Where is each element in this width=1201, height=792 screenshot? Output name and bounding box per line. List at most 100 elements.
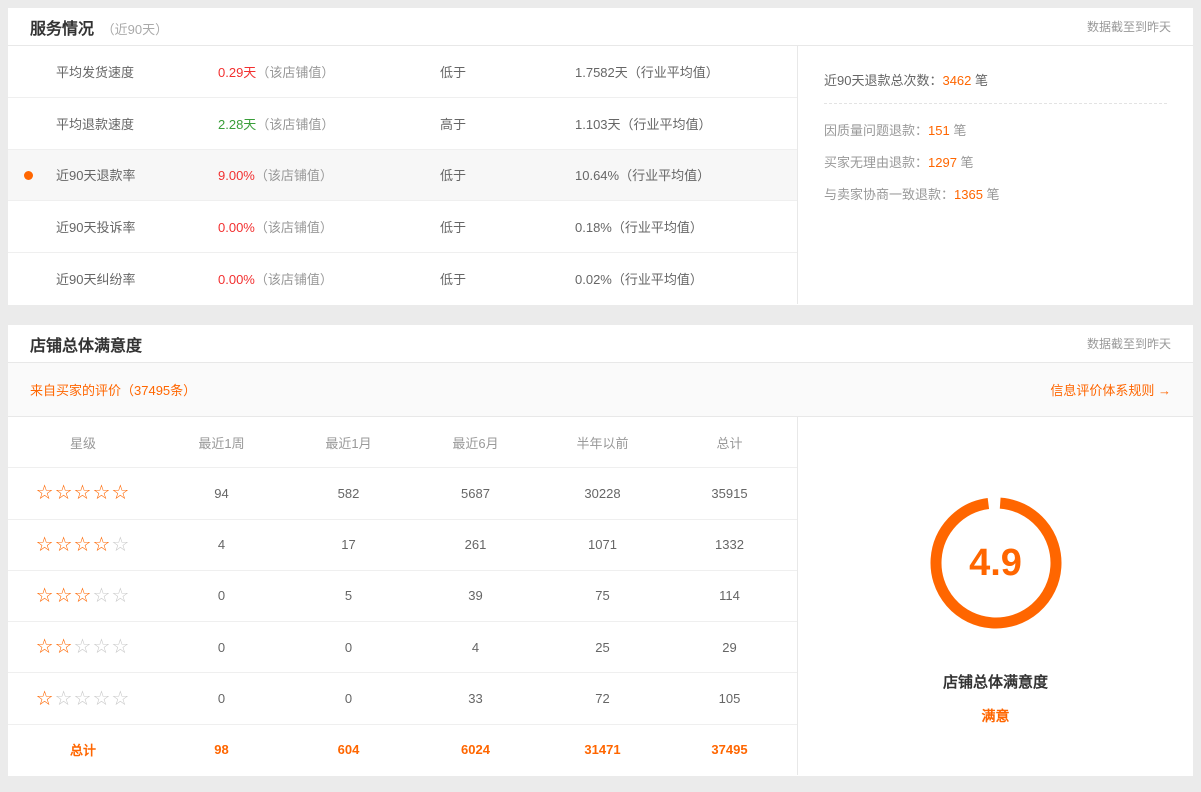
total-value: 98	[158, 742, 285, 757]
satisfaction-title: 店铺总体满意度	[30, 332, 142, 356]
score-caption: 店铺总体满意度	[798, 671, 1193, 692]
cell-value: 0	[158, 691, 285, 706]
metric-label: 近90天投诉率	[8, 217, 218, 236]
industry-value: 10.64%（行业平均值）	[575, 165, 797, 184]
service-title: 服务情况	[30, 21, 94, 38]
rating-distribution-table: 星级 最近1周 最近1月 最近6月 半年以前 总计 ☆☆☆☆☆ 94 582 5…	[8, 417, 797, 775]
refund-item-label: 因质量问题退款：	[824, 123, 928, 138]
cell-value: 0	[285, 640, 412, 655]
rating-rules-link[interactable]: 信息评价体系规则 →	[1050, 380, 1171, 399]
refund-item-no-reason: 买家无理由退款：1297 笔	[824, 152, 1167, 171]
cell-value: 0	[285, 691, 412, 706]
star-rating-icons: ☆☆☆☆☆	[8, 586, 158, 606]
cell-value: 5687	[412, 486, 539, 501]
rating-row-4-star: ☆☆☆☆☆ 4 17 261 1071 1332	[8, 520, 797, 571]
column-header-last-6-months: 最近6月	[412, 433, 539, 452]
cell-value: 114	[666, 588, 793, 603]
cell-value: 17	[285, 537, 412, 552]
refund-item-value: 151	[928, 123, 950, 138]
cell-value: 30228	[539, 486, 666, 501]
shop-value-suffix: （该店铺值）	[255, 272, 333, 287]
refund-item-negotiated: 与卖家协商一致退款：1365 笔	[824, 184, 1167, 203]
refund-item-unit: 笔	[957, 155, 974, 170]
cell-value: 29	[666, 640, 793, 655]
column-header-older: 半年以前	[539, 433, 666, 452]
industry-value: 0.02%（行业平均值）	[575, 269, 797, 288]
metric-label: 平均发货速度	[8, 62, 218, 81]
column-header-last-week: 最近1周	[158, 433, 285, 452]
shop-value-suffix: （该店铺值）	[255, 220, 333, 235]
total-value: 37495	[666, 742, 793, 757]
service-subtitle: （近90天）	[102, 22, 168, 37]
buyer-reviews-count-link[interactable]: 来自买家的评价（37495条）	[30, 380, 196, 399]
service-row-shipping-speed: 平均发货速度 0.29天（该店铺值） 低于 1.7582天（行业平均值）	[8, 46, 797, 98]
active-row-dot-icon	[24, 171, 33, 180]
shop-value-suffix: （该店铺值）	[256, 65, 334, 80]
service-metrics-table: 平均发货速度 0.29天（该店铺值） 低于 1.7582天（行业平均值） 平均退…	[8, 46, 797, 304]
metric-label: 近90天退款率	[8, 165, 218, 184]
star-rating-icons: ☆☆☆☆☆	[8, 689, 158, 709]
rating-table-header-row: 星级 最近1周 最近1月 最近6月 半年以前 总计	[8, 417, 797, 468]
refund-summary-panel: 近90天退款总次数：3462 笔 因质量问题退款：151 笔 买家无理由退款：1…	[797, 46, 1193, 304]
service-data-note: 数据截至到昨天	[1087, 18, 1171, 35]
shop-value-suffix: （该店铺值）	[256, 117, 334, 132]
metric-label: 近90天纠纷率	[8, 269, 218, 288]
comparator: 低于	[440, 62, 575, 81]
cell-value: 35915	[666, 486, 793, 501]
refund-item-unit: 笔	[983, 187, 1000, 202]
refund-total-unit: 笔	[971, 73, 988, 88]
cell-value: 72	[539, 691, 666, 706]
column-header-stars: 星级	[8, 433, 158, 452]
cell-value: 0	[158, 640, 285, 655]
cell-value: 1071	[539, 537, 666, 552]
cell-value: 4	[158, 537, 285, 552]
score-status: 满意	[798, 706, 1193, 726]
service-section: 服务情况 （近90天） 数据截至到昨天 平均发货速度 0.29天（该店铺值） 低…	[8, 8, 1193, 305]
rating-row-1-star: ☆☆☆☆☆ 0 0 33 72 105	[8, 673, 797, 724]
industry-value: 1.103天（行业平均值）	[575, 114, 797, 133]
comparator: 低于	[440, 165, 575, 184]
star-rating-icons: ☆☆☆☆☆	[8, 483, 158, 503]
rating-row-2-star: ☆☆☆☆☆ 0 0 4 25 29	[8, 622, 797, 673]
service-row-complaint-rate: 近90天投诉率 0.00%（该店铺值） 低于 0.18%（行业平均值）	[8, 201, 797, 253]
shop-value-suffix: （该店铺值）	[255, 168, 333, 183]
column-header-last-month: 最近1月	[285, 433, 412, 452]
cell-value: 0	[158, 588, 285, 603]
cell-value: 105	[666, 691, 793, 706]
cell-value: 75	[539, 588, 666, 603]
service-row-dispute-rate: 近90天纠纷率 0.00%（该店铺值） 低于 0.02%（行业平均值）	[8, 253, 797, 304]
refund-total-label: 近90天退款总次数：	[824, 73, 942, 88]
cell-value: 261	[412, 537, 539, 552]
industry-value: 1.7582天（行业平均值）	[575, 62, 797, 81]
cell-value: 39	[412, 588, 539, 603]
satisfaction-score-panel: 4.9 店铺总体满意度 满意	[797, 417, 1193, 775]
satisfaction-data-note: 数据截至到昨天	[1087, 335, 1171, 352]
refund-item-value: 1297	[928, 155, 957, 170]
total-value: 6024	[412, 742, 539, 757]
refund-item-value: 1365	[954, 187, 983, 202]
buyer-reviews-bar: 来自买家的评价（37495条） 信息评价体系规则 →	[8, 363, 1193, 417]
satisfaction-score: 4.9	[926, 493, 1066, 633]
refund-total-value: 3462	[942, 73, 971, 88]
rating-totals-row: 总计 98 604 6024 31471 37495	[8, 725, 797, 775]
shop-value: 0.29天	[218, 65, 256, 80]
cell-value: 5	[285, 588, 412, 603]
cell-value: 25	[539, 640, 666, 655]
rating-row-5-star: ☆☆☆☆☆ 94 582 5687 30228 35915	[8, 468, 797, 519]
cell-value: 1332	[666, 537, 793, 552]
service-section-header: 服务情况 （近90天） 数据截至到昨天	[8, 8, 1193, 46]
industry-value: 0.18%（行业平均值）	[575, 217, 797, 236]
star-rating-icons: ☆☆☆☆☆	[8, 535, 158, 555]
cell-value: 582	[285, 486, 412, 501]
comparator: 高于	[440, 114, 575, 133]
shop-value: 0.00%	[218, 272, 255, 287]
dashed-divider	[824, 103, 1167, 104]
shop-value: 0.00%	[218, 220, 255, 235]
shop-value: 9.00%	[218, 168, 255, 183]
cell-value: 33	[412, 691, 539, 706]
metric-label: 平均退款速度	[8, 114, 218, 133]
shop-value: 2.28天	[218, 117, 256, 132]
total-value: 604	[285, 742, 412, 757]
totals-label: 总计	[8, 740, 158, 759]
comparator: 低于	[440, 269, 575, 288]
